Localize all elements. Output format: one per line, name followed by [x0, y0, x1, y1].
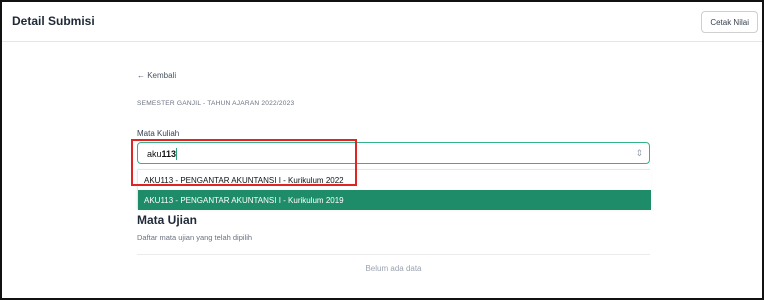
dropdown-option-highlighted[interactable]: AKU113 - PENGANTAR AKUNTANSI I - Kurikul…: [138, 190, 651, 210]
print-grades-button[interactable]: Cetak Nilai: [701, 11, 758, 33]
semester-label: SEMESTER GANJIL - TAHUN AJARAN 2022/2023: [137, 100, 295, 107]
exam-section-subtitle: Daftar mata ujian yang telah dipilih: [137, 233, 253, 242]
course-field-label: Mata Kuliah: [137, 129, 180, 138]
top-bar: Detail Submisi Cetak Nilai: [2, 2, 762, 42]
empty-state-text: Belum ada data: [365, 264, 422, 273]
page-title: Detail Submisi: [12, 14, 95, 28]
annotation-highlight-box: [131, 139, 357, 186]
page-frame: Detail Submisi Cetak Nilai ← Kembali SEM…: [0, 0, 764, 300]
exam-section-title: Mata Ujian: [137, 213, 198, 227]
divider: [137, 254, 650, 255]
chevron-updown-icon[interactable]: ⇕: [635, 148, 643, 159]
back-link[interactable]: ← Kembali: [137, 71, 176, 80]
